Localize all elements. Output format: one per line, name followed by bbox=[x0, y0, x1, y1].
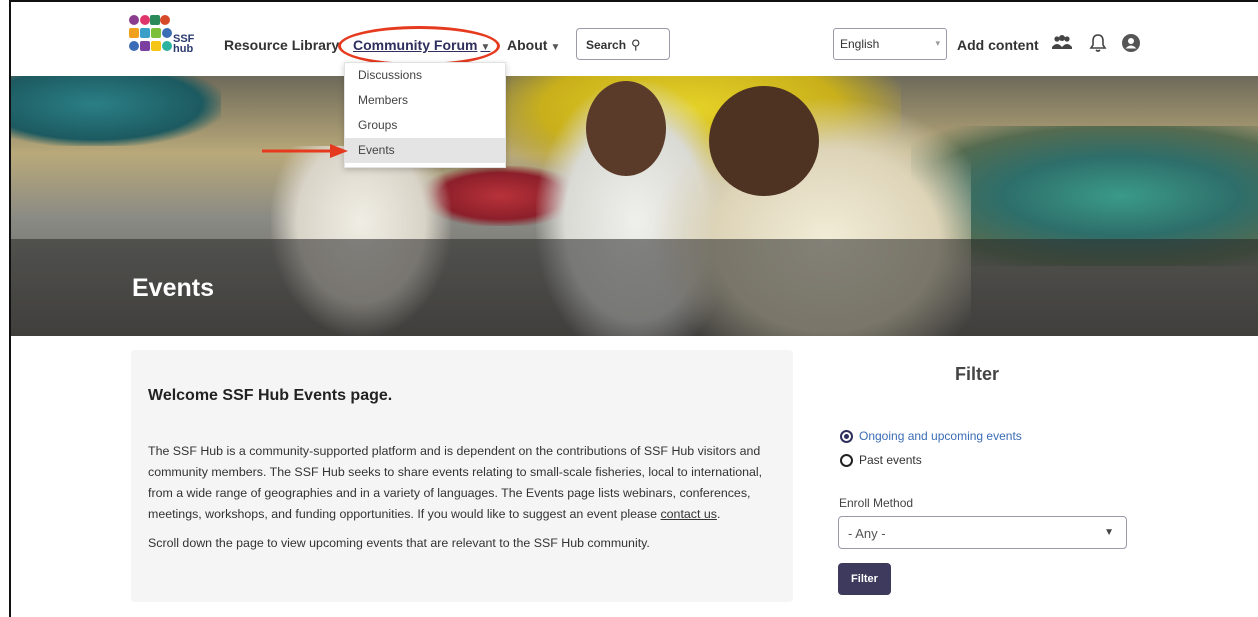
dropdown-item-members[interactable]: Members bbox=[345, 88, 505, 113]
welcome-heading: Welcome SSF Hub Events page. bbox=[148, 387, 393, 404]
language-value: English bbox=[840, 37, 880, 51]
community-forum-dropdown: Discussions Members Groups Events bbox=[344, 62, 506, 168]
logo-text-hub: hub bbox=[173, 43, 194, 55]
ssf-hub-logo[interactable]: SSF hub bbox=[129, 14, 194, 62]
welcome-paragraph-end: . bbox=[716, 507, 721, 521]
radio-selected-icon bbox=[840, 430, 853, 444]
enroll-method-label: Enroll Method bbox=[839, 496, 914, 510]
enroll-method-select[interactable]: - Any - ▼ bbox=[838, 516, 1127, 549]
hero-banner: Events bbox=[11, 76, 1258, 336]
radio-past-events[interactable]: Past events bbox=[840, 453, 922, 468]
welcome-card: Welcome SSF Hub Events page. The SSF Hub… bbox=[131, 350, 793, 602]
radio-label: Past events bbox=[859, 453, 922, 467]
search-button[interactable]: Search ⚲ bbox=[576, 28, 670, 60]
search-label: Search bbox=[586, 38, 627, 52]
radio-ongoing-upcoming[interactable]: Ongoing and upcoming events bbox=[840, 429, 1022, 444]
chevron-down-icon: ▼ bbox=[550, 42, 561, 53]
dropdown-item-events[interactable]: Events bbox=[345, 138, 505, 163]
hero-image-person-head bbox=[709, 86, 819, 196]
user-account-icon[interactable] bbox=[1120, 32, 1142, 54]
logo-text: SSF hub bbox=[173, 34, 194, 55]
users-icon[interactable] bbox=[1051, 32, 1073, 54]
radio-label: Ongoing and upcoming events bbox=[859, 429, 1022, 443]
chevron-down-icon: ▾ bbox=[935, 38, 940, 48]
top-navigation-bar: SSF hub Resource Library Community Forum… bbox=[11, 2, 1258, 76]
search-icon: ⚲ bbox=[631, 37, 641, 52]
logo-icon bbox=[129, 15, 172, 51]
page-title: Events bbox=[132, 274, 214, 302]
radio-unselected-icon bbox=[840, 454, 853, 468]
add-content-link[interactable]: Add content bbox=[957, 37, 1039, 53]
enroll-method-value: - Any - bbox=[848, 526, 886, 541]
filter-button[interactable]: Filter bbox=[838, 563, 891, 595]
language-select[interactable]: English ▾ bbox=[833, 28, 947, 60]
hero-image-net bbox=[11, 76, 221, 146]
filter-title: Filter bbox=[955, 364, 1000, 384]
dropdown-item-discussions[interactable]: Discussions bbox=[345, 63, 505, 88]
contact-us-link[interactable]: contact us bbox=[660, 507, 716, 521]
page-frame: SSF hub Resource Library Community Forum… bbox=[9, 0, 1258, 617]
dropdown-item-groups[interactable]: Groups bbox=[345, 113, 505, 138]
welcome-paragraph: The SSF Hub is a community-supported pla… bbox=[148, 441, 777, 525]
annotation-arrow-icon bbox=[262, 144, 348, 158]
scroll-note: Scroll down the page to view upcoming ev… bbox=[148, 536, 650, 550]
bell-icon[interactable] bbox=[1087, 32, 1109, 54]
nav-resource-library[interactable]: Resource Library bbox=[224, 37, 339, 53]
chevron-down-icon: ▼ bbox=[1104, 527, 1114, 538]
annotation-highlight-oval bbox=[338, 26, 500, 66]
nav-about[interactable]: About ▼ bbox=[507, 37, 560, 53]
nav-about-label: About bbox=[507, 37, 548, 53]
